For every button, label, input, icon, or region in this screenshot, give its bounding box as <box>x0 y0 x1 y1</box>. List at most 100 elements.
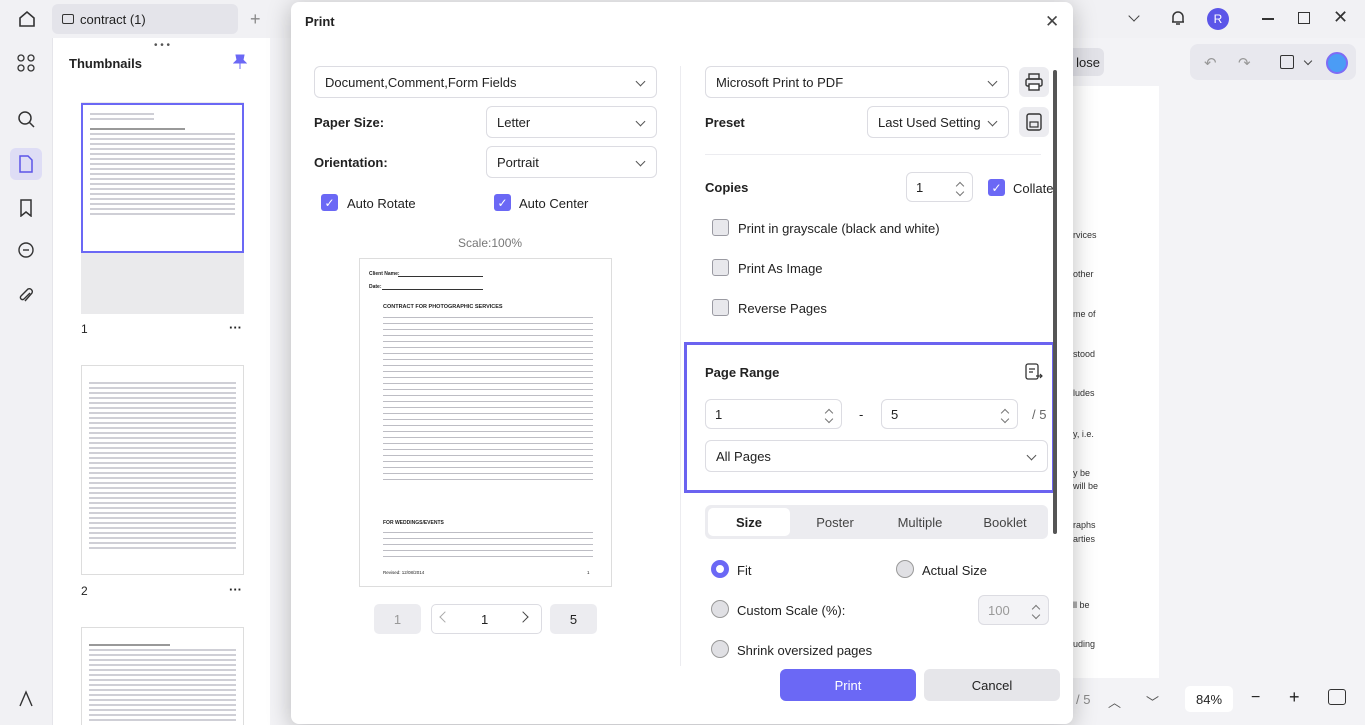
last-page-button[interactable]: 5 <box>550 604 597 634</box>
preview-body-2 <box>383 529 593 561</box>
ai-assistant-icon[interactable] <box>11 684 41 714</box>
add-tab-icon[interactable]: + <box>250 9 261 30</box>
close-icon[interactable]: ✕ <box>1045 12 1059 32</box>
close-window-icon[interactable]: ✕ <box>1333 7 1348 28</box>
actual-size-radio[interactable] <box>896 560 914 578</box>
minimize-icon[interactable] <box>1262 18 1274 20</box>
thumbnail-page-1[interactable] <box>81 103 244 253</box>
doc-fragment: ll be <box>1073 600 1090 610</box>
actual-size-label: Actual Size <box>922 563 988 578</box>
print-dialog: Print ✕ Document,Comment,Form Fields Pap… <box>291 2 1073 724</box>
zoom-out-icon[interactable]: − <box>1251 689 1260 707</box>
maximize-icon[interactable] <box>1298 12 1310 24</box>
orientation-select[interactable]: Portrait <box>486 146 657 178</box>
thumbnail-page-2[interactable] <box>81 365 244 575</box>
dialog-title: Print <box>305 14 335 29</box>
preview-heading: CONTRACT FOR PHOTOGRAPHIC SERVICES <box>383 304 503 310</box>
auto-rotate-label: Auto Rotate <box>347 196 416 211</box>
chevron-down-icon <box>1026 450 1037 461</box>
preview-footer: Revised: 12/08/2014 <box>383 570 425 575</box>
tab-booklet[interactable]: Booklet <box>964 508 1046 536</box>
thumbnail-more-1[interactable]: ··· <box>229 320 242 335</box>
doc-fragment: ludes <box>1073 388 1095 398</box>
range-to-input[interactable]: 5 <box>881 399 1018 429</box>
preview-line <box>398 276 483 277</box>
bookmark-icon[interactable] <box>11 193 41 223</box>
custom-scale-input[interactable]: 100 <box>978 595 1049 625</box>
zoom-in-icon[interactable]: + <box>1289 687 1300 708</box>
range-from-input[interactable]: 1 <box>705 399 842 429</box>
decrement-icon[interactable] <box>1031 610 1041 620</box>
next-page-icon[interactable]: ﹀ <box>1146 692 1159 711</box>
reverse-pages-checkbox[interactable] <box>712 299 729 316</box>
collate-label: Collate <box>1013 181 1054 196</box>
first-page-button[interactable]: 1 <box>374 604 421 634</box>
printer-icon <box>1025 73 1043 91</box>
copies-input[interactable]: 1 <box>906 172 973 202</box>
bell-icon[interactable] <box>1170 9 1186 27</box>
shrink-radio[interactable] <box>711 640 729 658</box>
chevron-down-icon <box>635 116 646 127</box>
attachment-icon[interactable] <box>11 281 41 311</box>
preview-body <box>383 314 593 484</box>
grayscale-label: Print in grayscale (black and white) <box>738 221 940 236</box>
chevron-down-icon[interactable] <box>1128 10 1140 22</box>
preset-select[interactable]: Last Used Setting <box>867 106 1009 138</box>
current-page[interactable]: 1 <box>481 612 488 627</box>
thumbnail-page-3[interactable] <box>81 627 244 725</box>
auto-rotate-checkbox[interactable]: ✓ <box>321 194 338 211</box>
copies-label: Copies <box>705 180 749 195</box>
scrollbar[interactable] <box>1053 70 1057 534</box>
comment-list-icon[interactable] <box>11 236 41 266</box>
avatar[interactable]: R <box>1207 8 1229 30</box>
undo-icon[interactable]: ↶ <box>1204 54 1217 72</box>
save-icon[interactable] <box>1280 55 1294 69</box>
paper-size-label: Paper Size: <box>314 115 385 130</box>
save-preset-button[interactable] <box>1019 107 1049 137</box>
home-icon[interactable] <box>17 9 37 29</box>
left-rail <box>0 38 52 725</box>
printer-properties-button[interactable] <box>1019 67 1049 97</box>
decrement-icon[interactable] <box>955 187 965 197</box>
prev-page-icon[interactable]: ︿ <box>1108 692 1121 711</box>
preview-page-number: 1 <box>587 570 590 575</box>
auto-center-checkbox[interactable]: ✓ <box>494 194 511 211</box>
shrink-label: Shrink oversized pages <box>737 643 873 658</box>
drag-handle[interactable]: • • • <box>154 40 170 51</box>
print-button[interactable]: Print <box>780 669 916 701</box>
tab-size[interactable]: Size <box>708 508 790 536</box>
document-tab[interactable]: contract (1) <box>52 4 238 34</box>
save-preset-icon <box>1026 113 1042 131</box>
orientation-label: Orientation: <box>314 155 388 170</box>
search-icon[interactable] <box>11 104 41 134</box>
print-as-image-checkbox[interactable] <box>712 259 729 276</box>
pin-icon[interactable] <box>232 54 248 73</box>
collate-checkbox[interactable]: ✓ <box>988 179 1005 196</box>
thumbnail-more-2[interactable]: ··· <box>229 582 242 597</box>
zoom-level[interactable]: 84% <box>1185 686 1233 712</box>
content-select[interactable]: Document,Comment,Form Fields <box>314 66 657 98</box>
range-mode-select[interactable]: All Pages <box>705 440 1048 472</box>
page-range-options-icon[interactable] <box>1025 363 1043 384</box>
pages-icon[interactable] <box>10 148 42 180</box>
doc-fragment: raphs <box>1073 520 1096 530</box>
tab-poster[interactable]: Poster <box>794 508 876 536</box>
fit-page-icon[interactable] <box>1328 689 1346 705</box>
redo-icon[interactable]: ↷ <box>1238 54 1251 72</box>
custom-scale-radio[interactable] <box>711 600 729 618</box>
thumbnail-label-2: 2 <box>81 584 88 598</box>
cancel-button[interactable]: Cancel <box>924 669 1060 701</box>
section-divider <box>705 154 1041 155</box>
doc-fragment: rvices <box>1073 230 1097 240</box>
printer-select[interactable]: Microsoft Print to PDF <box>705 66 1009 98</box>
decrement-icon[interactable] <box>824 414 834 424</box>
fit-radio[interactable] <box>711 560 729 578</box>
grayscale-checkbox[interactable] <box>712 219 729 236</box>
chevron-down-icon <box>987 116 998 127</box>
paper-size-select[interactable]: Letter <box>486 106 657 138</box>
apps-icon[interactable] <box>11 48 41 78</box>
range-total: / 5 <box>1032 407 1047 422</box>
decrement-icon[interactable] <box>1000 414 1010 424</box>
tab-multiple[interactable]: Multiple <box>879 508 961 536</box>
ai-icon[interactable] <box>1326 52 1348 74</box>
